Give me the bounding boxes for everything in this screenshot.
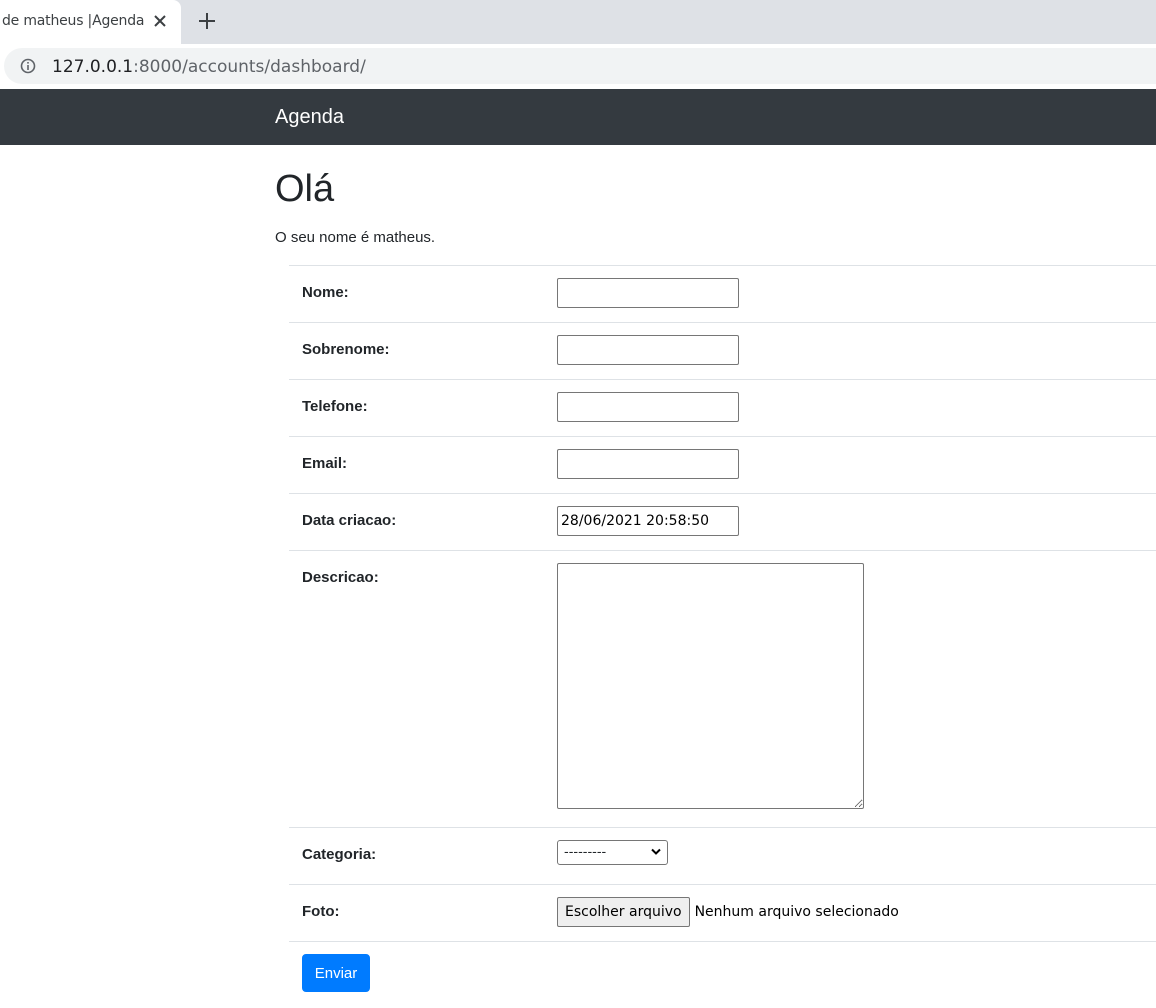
url-path: :8000/accounts/dashboard/ (133, 57, 366, 77)
address-bar[interactable]: 127.0.0.1:8000/accounts/dashboard/ (4, 48, 1156, 84)
chevron-down-icon (651, 848, 661, 855)
contact-form-table: Nome: Sobrenome: Telefone: Email: Data c… (289, 265, 1156, 942)
page-title: Olá (275, 168, 335, 210)
form-row-categoria: Categoria: --------- (289, 827, 1156, 885)
info-icon[interactable] (20, 58, 36, 74)
label-data-criacao: Data criacao: (302, 512, 397, 529)
form-row-data-criacao: Data criacao: (289, 493, 1156, 551)
label-telefone: Telefone: (302, 398, 368, 415)
form-row-descricao: Descricao: (289, 550, 1156, 828)
email-input[interactable] (557, 449, 739, 479)
file-status-text: Nenhum arquivo selecionado (694, 904, 899, 920)
telefone-input[interactable] (557, 392, 739, 422)
submit-button[interactable]: Enviar (302, 954, 370, 992)
form-row-email: Email: (289, 436, 1156, 494)
label-descricao: Descricao: (302, 569, 379, 586)
close-icon[interactable] (150, 11, 170, 31)
greeting-text: O seu nome é matheus. (275, 229, 436, 246)
form-row-nome: Nome: (289, 265, 1156, 323)
choose-file-button[interactable]: Escolher arquivo (557, 897, 690, 927)
label-email: Email: (302, 455, 348, 472)
label-sobrenome: Sobrenome: (302, 341, 390, 358)
label-nome: Nome: (302, 284, 349, 301)
plus-icon[interactable] (196, 10, 218, 32)
navbar: Agenda (0, 89, 1156, 145)
url-text[interactable]: 127.0.0.1:8000/accounts/dashboard/ (52, 57, 366, 77)
categoria-selected-value: --------- (564, 845, 607, 860)
form-row-foto: Foto: Escolher arquivo Nenhum arquivo se… (289, 884, 1156, 942)
browser-tabstrip: de matheus |Agenda (0, 0, 1156, 44)
navbar-brand-link[interactable]: Agenda (275, 106, 344, 129)
form-row-sobrenome: Sobrenome: (289, 322, 1156, 380)
label-foto: Foto: (302, 903, 340, 920)
browser-toolbar: 127.0.0.1:8000/accounts/dashboard/ (0, 44, 1156, 89)
url-host: 127.0.0.1 (52, 57, 134, 77)
descricao-textarea[interactable] (557, 563, 864, 809)
categoria-select[interactable]: --------- (557, 840, 668, 865)
tab-title: de matheus |Agenda (2, 13, 145, 29)
form-row-telefone: Telefone: (289, 379, 1156, 437)
data-criacao-input[interactable] (557, 506, 739, 536)
foto-file-input[interactable]: Escolher arquivo Nenhum arquivo selecion… (557, 897, 1156, 927)
label-categoria: Categoria: (302, 846, 377, 863)
nome-input[interactable] (557, 278, 739, 308)
sobrenome-input[interactable] (557, 335, 739, 365)
browser-tab[interactable]: de matheus |Agenda (0, 0, 181, 44)
